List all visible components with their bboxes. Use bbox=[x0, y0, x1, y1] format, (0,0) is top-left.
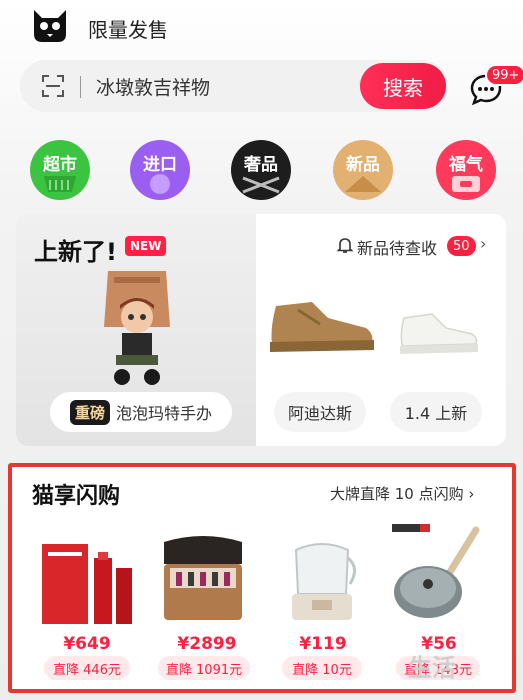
product-price: ¥2899 bbox=[177, 634, 237, 654]
search-divider bbox=[80, 76, 81, 98]
watermark-logo: 生活 bbox=[408, 654, 456, 682]
flash-sale-link[interactable]: 大牌直降 10 点闪购 › bbox=[330, 483, 474, 504]
flash-sale-subtitle: 大牌直降 10 点闪购 bbox=[330, 485, 464, 503]
price-drop-pill: 直降 10元 bbox=[282, 656, 362, 680]
category-label: 奢品 bbox=[244, 155, 278, 175]
category-import[interactable]: 进口 bbox=[130, 140, 190, 200]
category-supermarket[interactable]: 超市 bbox=[30, 140, 90, 200]
tmall-cat-logo[interactable] bbox=[30, 6, 70, 46]
frying-pan-image[interactable] bbox=[392, 522, 484, 626]
item-pill-new-date[interactable]: 1.4 上新 bbox=[390, 392, 482, 432]
hot-tag: 重磅 bbox=[69, 399, 110, 425]
new-badge: NEW bbox=[125, 236, 167, 256]
mountain-icon bbox=[345, 176, 381, 192]
orb-icon bbox=[150, 174, 170, 194]
category-fortune[interactable]: 福气 bbox=[436, 140, 496, 200]
category-label: 超市 bbox=[43, 155, 77, 175]
new-items-count: 50 bbox=[447, 236, 476, 256]
message-badge: 99+ bbox=[485, 64, 523, 86]
new-arrivals-title: 上新了! bbox=[34, 238, 117, 266]
skincare-set-image[interactable] bbox=[40, 538, 136, 628]
category-label: 新品 bbox=[346, 155, 380, 175]
featured-item-label: 泡泡玛特手办 bbox=[116, 404, 213, 423]
scan-icon[interactable] bbox=[41, 74, 65, 98]
basket-icon bbox=[44, 176, 76, 192]
product-price: ¥119 bbox=[299, 634, 347, 654]
price-drop-pill: 直降 1091元 bbox=[158, 656, 250, 680]
price-drop-pill: 直降 446元 bbox=[44, 656, 130, 680]
new-items-link[interactable]: 新品待查收 bbox=[357, 235, 437, 259]
figure-toy-image[interactable] bbox=[100, 265, 174, 391]
hair-styler-case-image[interactable] bbox=[158, 534, 248, 626]
page-title: 限量发售 bbox=[88, 18, 168, 42]
kettle-image[interactable] bbox=[282, 530, 362, 628]
featured-item-pill[interactable]: 重磅 泡泡玛特手办 bbox=[50, 392, 232, 432]
search-button[interactable]: 搜索 bbox=[360, 63, 446, 109]
category-new[interactable]: 新品 bbox=[333, 140, 393, 200]
category-luxury[interactable]: 奢品 bbox=[231, 140, 291, 200]
red-envelope-icon bbox=[452, 176, 480, 192]
product-price: ¥649 bbox=[63, 634, 111, 654]
brown-sneaker-image[interactable] bbox=[268, 288, 376, 354]
cross-ribbon-icon bbox=[242, 176, 280, 194]
item-pill-adidas[interactable]: 阿迪达斯 bbox=[274, 392, 366, 432]
flash-sale-title: 猫享闪购 bbox=[32, 484, 121, 509]
chevron-right-icon[interactable]: › bbox=[480, 234, 486, 253]
search-input[interactable]: 冰墩敦吉祥物 bbox=[96, 73, 210, 100]
bell-icon[interactable] bbox=[336, 236, 354, 254]
category-label: 福气 bbox=[449, 155, 483, 175]
white-sneaker-image[interactable] bbox=[398, 304, 480, 356]
